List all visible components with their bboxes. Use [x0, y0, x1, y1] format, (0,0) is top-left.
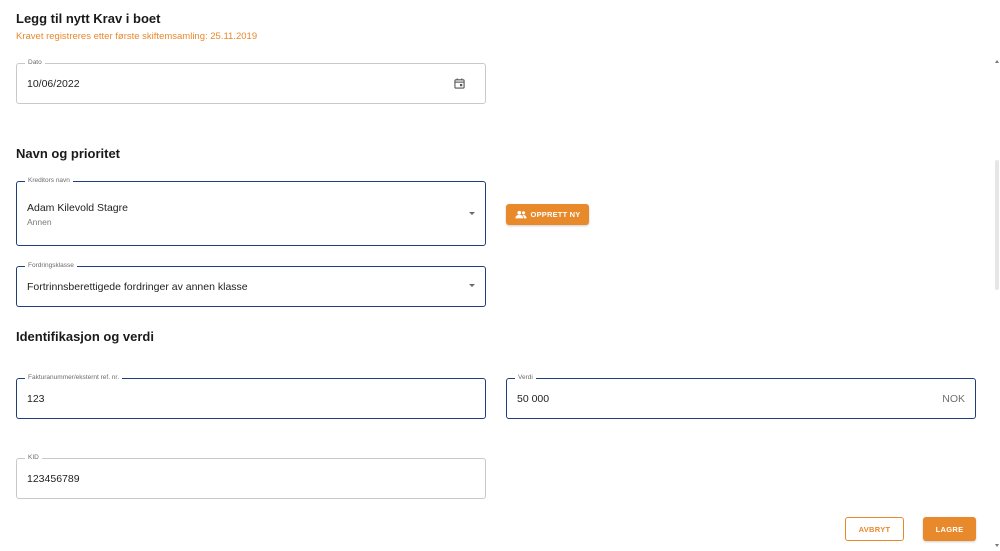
section-heading-ident: Identifikasjon og verdi	[16, 329, 154, 344]
scroll-down-icon[interactable]	[995, 544, 999, 547]
claim-class-label: Fordringsklasse	[25, 262, 77, 270]
chevron-down-icon[interactable]	[469, 212, 475, 215]
save-button[interactable]: LAGRE	[923, 517, 976, 541]
scrollbar-thumb[interactable]	[995, 160, 999, 290]
invoice-number-value: 123	[27, 393, 45, 405]
currency-suffix: NOK	[942, 393, 965, 405]
vertical-scrollbar[interactable]	[994, 60, 1000, 551]
creditor-select-value: Adam Kilevold Stagre	[27, 202, 128, 214]
kid-label: KID	[25, 454, 42, 462]
claim-class-select[interactable]: Fordringsklasse Fortrinnsberettigede for…	[16, 262, 486, 307]
date-field-value: 10/06/2022	[27, 78, 80, 90]
date-field-label: Dato	[25, 59, 45, 67]
calendar-icon[interactable]	[454, 78, 465, 89]
amount-field[interactable]: Verdi 50 000 NOK	[506, 374, 976, 419]
amount-label: Verdi	[515, 374, 536, 382]
create-new-button-label: OPPRETT NY	[530, 210, 581, 219]
people-icon	[514, 210, 527, 219]
creditor-select[interactable]: Kreditors navn Adam Kilevold Stagre Anne…	[16, 177, 486, 246]
kid-value: 123456789	[27, 473, 80, 485]
page-subtitle: Kravet registreres etter første skiftems…	[16, 31, 258, 42]
page-title: Legg til nytt Krav i boet	[16, 11, 161, 26]
create-new-button[interactable]: OPPRETT NY	[506, 204, 589, 225]
scroll-up-icon[interactable]	[995, 60, 999, 63]
invoice-number-field[interactable]: Fakturanummer/eksternt ref. nr. 123	[16, 374, 486, 419]
claim-class-value: Fortrinnsberettigede fordringer av annen…	[27, 281, 248, 293]
date-field[interactable]: Dato 10/06/2022	[16, 59, 486, 104]
kid-field[interactable]: KID 123456789	[16, 454, 486, 499]
chevron-down-icon[interactable]	[469, 284, 475, 287]
amount-value: 50 000	[517, 393, 550, 405]
invoice-number-label: Fakturanummer/eksternt ref. nr.	[25, 374, 123, 382]
section-heading-navn: Navn og prioritet	[16, 146, 121, 161]
creditor-select-label: Kreditors navn	[25, 177, 73, 185]
creditor-select-subtext: Annen	[27, 217, 52, 227]
cancel-button[interactable]: AVBRYT	[845, 517, 904, 541]
